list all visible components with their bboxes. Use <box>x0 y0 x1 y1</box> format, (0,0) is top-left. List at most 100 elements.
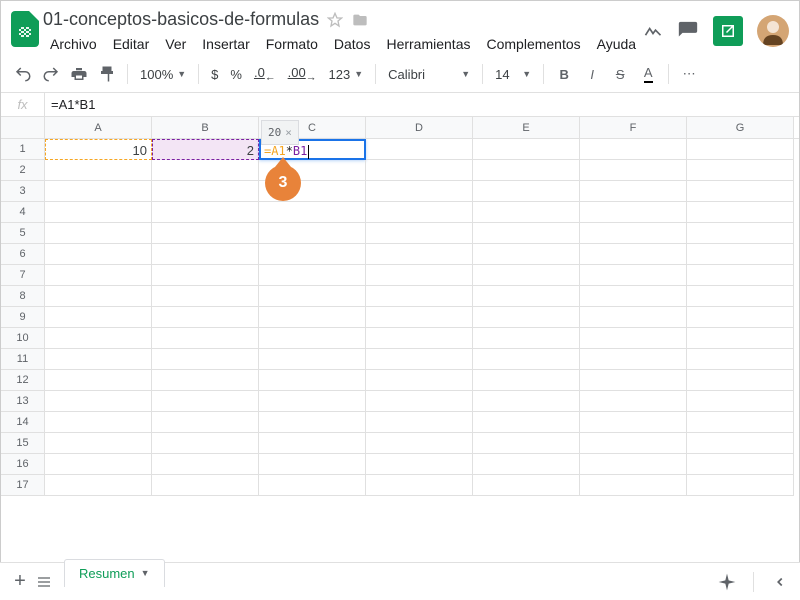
cell-D12[interactable] <box>366 370 473 391</box>
sheets-logo[interactable] <box>11 9 39 49</box>
percent-button[interactable]: % <box>226 67 246 82</box>
decrease-decimal-button[interactable]: .0← <box>250 65 280 84</box>
avatar[interactable] <box>757 15 789 47</box>
cell-C13[interactable] <box>259 391 366 412</box>
cell-D15[interactable] <box>366 433 473 454</box>
cell-E8[interactable] <box>473 286 580 307</box>
cell-A12[interactable] <box>45 370 152 391</box>
activity-icon[interactable] <box>643 21 663 41</box>
cell-A14[interactable] <box>45 412 152 433</box>
redo-button[interactable] <box>39 62 63 86</box>
cell-B14[interactable] <box>152 412 259 433</box>
undo-button[interactable] <box>11 62 35 86</box>
cell-C10[interactable] <box>259 328 366 349</box>
cell-F13[interactable] <box>580 391 687 412</box>
font-size-selector[interactable]: 14▼ <box>491 67 535 82</box>
cell-A4[interactable] <box>45 202 152 223</box>
cell-B12[interactable] <box>152 370 259 391</box>
row-header[interactable]: 8 <box>1 286 45 307</box>
cell-F1[interactable] <box>580 139 687 160</box>
row-header[interactable]: 9 <box>1 307 45 328</box>
menu-herramientas[interactable]: Herramientas <box>379 32 477 56</box>
cell-D8[interactable] <box>366 286 473 307</box>
cell-B10[interactable] <box>152 328 259 349</box>
cell-F11[interactable] <box>580 349 687 370</box>
cell-B8[interactable] <box>152 286 259 307</box>
select-all-corner[interactable] <box>1 117 45 138</box>
cell-A15[interactable] <box>45 433 152 454</box>
cell-D4[interactable] <box>366 202 473 223</box>
cell-E7[interactable] <box>473 265 580 286</box>
cell-A6[interactable] <box>45 244 152 265</box>
col-header-b[interactable]: B <box>152 117 259 138</box>
sheet-tab-menu-icon[interactable]: ▼ <box>141 568 150 578</box>
doc-title[interactable]: 01-conceptos-basicos-de-formulas <box>43 9 319 30</box>
all-sheets-button[interactable] <box>32 570 56 594</box>
cell-G12[interactable] <box>687 370 794 391</box>
menu-complementos[interactable]: Complementos <box>479 32 587 56</box>
cell-A10[interactable] <box>45 328 152 349</box>
row-header[interactable]: 6 <box>1 244 45 265</box>
col-header-g[interactable]: G <box>687 117 794 138</box>
cell-B7[interactable] <box>152 265 259 286</box>
cell-G2[interactable] <box>687 160 794 181</box>
cell-G3[interactable] <box>687 181 794 202</box>
cell-A1[interactable]: 10 <box>45 139 152 160</box>
cell-A13[interactable] <box>45 391 152 412</box>
col-header-f[interactable]: F <box>580 117 687 138</box>
menu-ver[interactable]: Ver <box>158 32 193 56</box>
add-sheet-button[interactable]: + <box>8 570 32 594</box>
cell-F9[interactable] <box>580 307 687 328</box>
paint-format-button[interactable] <box>95 62 119 86</box>
italic-button[interactable]: I <box>580 62 604 86</box>
cell-E4[interactable] <box>473 202 580 223</box>
cell-B3[interactable] <box>152 181 259 202</box>
cell-E3[interactable] <box>473 181 580 202</box>
cell-G15[interactable] <box>687 433 794 454</box>
menu-datos[interactable]: Datos <box>327 32 378 56</box>
print-button[interactable] <box>67 62 91 86</box>
cell-A16[interactable] <box>45 454 152 475</box>
cell-E11[interactable] <box>473 349 580 370</box>
cell-C15[interactable] <box>259 433 366 454</box>
cell-G6[interactable] <box>687 244 794 265</box>
cell-F5[interactable] <box>580 223 687 244</box>
strikethrough-button[interactable]: S <box>608 62 632 86</box>
cell-F2[interactable] <box>580 160 687 181</box>
cell-D10[interactable] <box>366 328 473 349</box>
col-header-e[interactable]: E <box>473 117 580 138</box>
cell-F10[interactable] <box>580 328 687 349</box>
cell-F12[interactable] <box>580 370 687 391</box>
cell-G5[interactable] <box>687 223 794 244</box>
row-header[interactable]: 17 <box>1 475 45 496</box>
cell-C16[interactable] <box>259 454 366 475</box>
cell-B6[interactable] <box>152 244 259 265</box>
cell-A17[interactable] <box>45 475 152 496</box>
cell-C7[interactable] <box>259 265 366 286</box>
cell-E1[interactable] <box>473 139 580 160</box>
cell-A9[interactable] <box>45 307 152 328</box>
cell-A2[interactable] <box>45 160 152 181</box>
menu-archivo[interactable]: Archivo <box>43 32 104 56</box>
row-header[interactable]: 12 <box>1 370 45 391</box>
cell-B13[interactable] <box>152 391 259 412</box>
cell-B9[interactable] <box>152 307 259 328</box>
more-tools-button[interactable]: ⋯ <box>677 62 701 86</box>
cell-B17[interactable] <box>152 475 259 496</box>
cell-E17[interactable] <box>473 475 580 496</box>
cell-D9[interactable] <box>366 307 473 328</box>
cell-C17[interactable] <box>259 475 366 496</box>
cell-E9[interactable] <box>473 307 580 328</box>
cell-E5[interactable] <box>473 223 580 244</box>
cell-D6[interactable] <box>366 244 473 265</box>
bold-button[interactable]: B <box>552 62 576 86</box>
cell-A3[interactable] <box>45 181 152 202</box>
row-header[interactable]: 13 <box>1 391 45 412</box>
cell-G8[interactable] <box>687 286 794 307</box>
row-header[interactable]: 14 <box>1 412 45 433</box>
cell-G14[interactable] <box>687 412 794 433</box>
star-icon[interactable] <box>327 12 343 28</box>
cell-C6[interactable] <box>259 244 366 265</box>
row-header[interactable]: 10 <box>1 328 45 349</box>
cell-D2[interactable] <box>366 160 473 181</box>
